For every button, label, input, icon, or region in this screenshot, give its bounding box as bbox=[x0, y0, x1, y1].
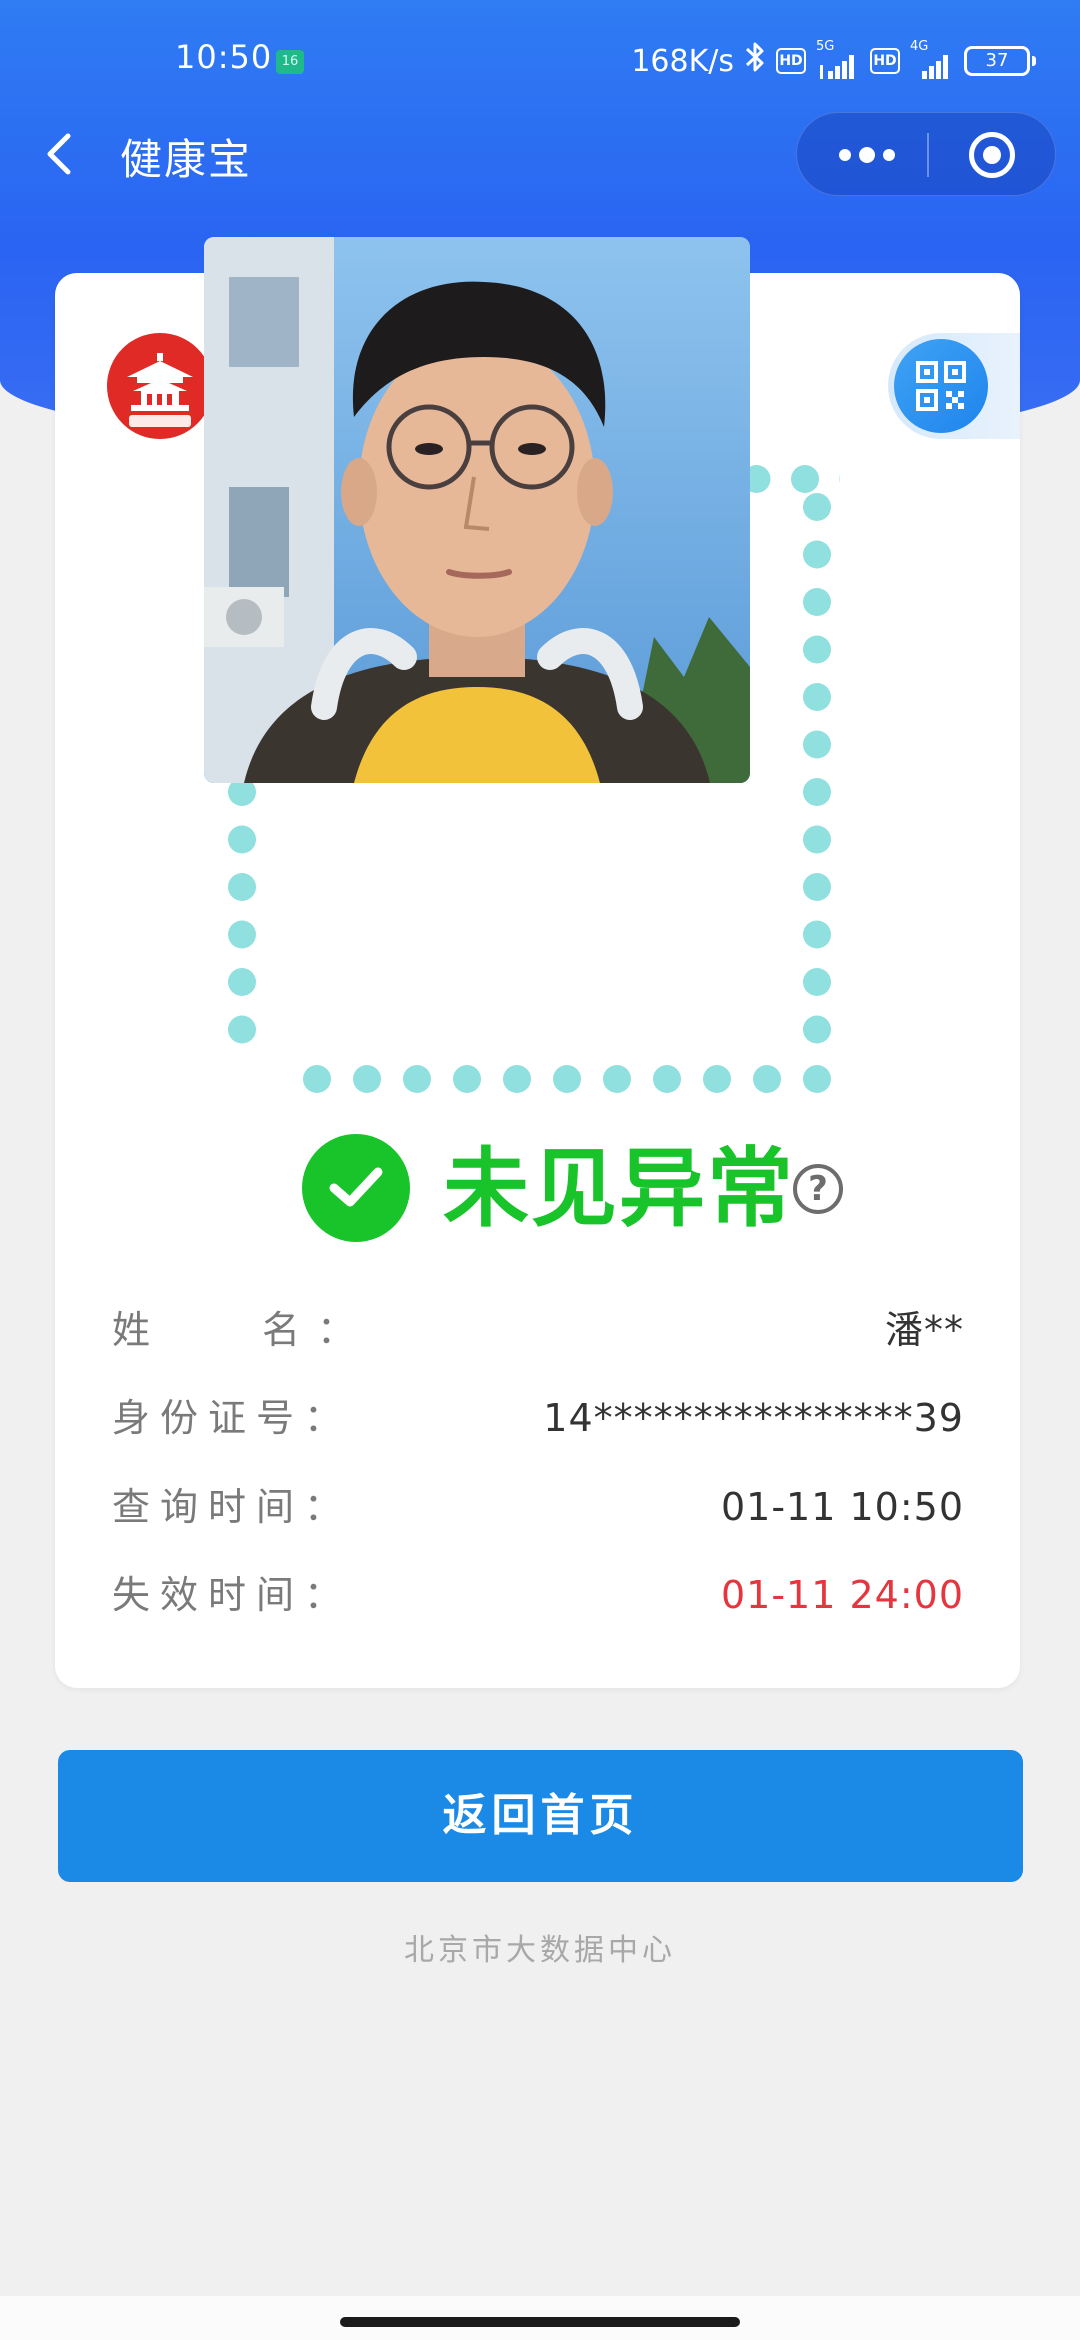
frame-dot bbox=[403, 1065, 431, 1093]
frame-dot bbox=[753, 1065, 781, 1093]
close-miniprogram-icon[interactable] bbox=[969, 132, 1015, 178]
query-time-label: 查询时间： bbox=[112, 1485, 353, 1529]
id-label: 身份证号： bbox=[112, 1396, 353, 1440]
status-indicators: 168K/s HD 5G HD 4G 37 bbox=[631, 38, 1036, 84]
frame-dot bbox=[803, 683, 831, 711]
frame-dot bbox=[803, 493, 831, 521]
more-dot-icon bbox=[859, 147, 875, 163]
more-dot-icon bbox=[883, 149, 895, 161]
info-row-query-time: 查询时间： 01-11 10:50 bbox=[112, 1479, 964, 1535]
id-value: 14****************39 bbox=[543, 1396, 964, 1440]
hd-badge-2: HD bbox=[870, 48, 900, 74]
frame-dot bbox=[803, 920, 831, 949]
home-indicator[interactable] bbox=[340, 2317, 740, 2327]
notification-badge: 16 bbox=[276, 50, 304, 74]
frame-dot bbox=[803, 730, 831, 759]
frame-dot bbox=[353, 1065, 381, 1093]
health-status-row: 未见异常 ? bbox=[55, 1131, 1020, 1242]
frame-dot bbox=[303, 1065, 331, 1093]
frame-dot bbox=[839, 465, 868, 493]
info-row-expire-time: 失效时间： 01-11 24:00 bbox=[112, 1567, 964, 1623]
qr-code-tab[interactable] bbox=[888, 333, 1020, 439]
frame-dot bbox=[803, 540, 831, 569]
frame-dot bbox=[803, 588, 831, 616]
frame-dot bbox=[803, 825, 831, 854]
frame-dot bbox=[803, 1015, 831, 1044]
frame-dot bbox=[228, 825, 256, 854]
frame-dot bbox=[228, 1015, 256, 1044]
expire-time-label: 失效时间： bbox=[112, 1573, 353, 1617]
status-time: 10:50 bbox=[175, 38, 273, 76]
frame-dot bbox=[803, 778, 831, 806]
chevron-left-icon bbox=[47, 133, 71, 175]
frame-dot bbox=[803, 873, 831, 901]
frame-dot bbox=[603, 1065, 631, 1093]
frame-dot bbox=[803, 635, 831, 664]
frame-dot bbox=[228, 873, 256, 901]
more-dot-icon bbox=[839, 149, 851, 161]
qr-code-button[interactable] bbox=[894, 339, 988, 433]
hd-badge-1: HD bbox=[776, 48, 806, 74]
name-label-colon: ： bbox=[317, 1308, 356, 1352]
user-photo bbox=[204, 237, 750, 783]
health-status-text: 未见异常 bbox=[443, 1139, 795, 1239]
net-speed: 168K/s bbox=[631, 43, 734, 79]
capsule-divider bbox=[927, 133, 929, 177]
info-row-name: 姓 名 ： 潘** bbox=[112, 1302, 964, 1358]
signal-5g-icon: 5G bbox=[816, 39, 860, 79]
frame-dot bbox=[803, 1065, 831, 1093]
back-button[interactable] bbox=[40, 124, 80, 184]
name-label-char-2: 名 bbox=[262, 1308, 301, 1352]
miniprogram-capsule bbox=[796, 112, 1056, 196]
frame-dot bbox=[791, 465, 819, 493]
data-source-footer: 北京市大数据中心 bbox=[404, 1933, 676, 1968]
name-value: 潘** bbox=[884, 1308, 964, 1352]
signal-4g-icon: 4G bbox=[910, 39, 954, 79]
bluetooth-icon bbox=[744, 40, 766, 82]
status-bar: 10:50 16 168K/s HD 5G HD 4G 37 bbox=[0, 0, 1080, 120]
frame-dot bbox=[703, 1065, 731, 1093]
return-home-button[interactable]: 返回首页 bbox=[58, 1750, 1023, 1882]
battery-icon: 37 bbox=[964, 46, 1036, 76]
help-icon[interactable]: ? bbox=[793, 1164, 843, 1214]
page-title: 健康宝 bbox=[120, 135, 253, 184]
frame-dot bbox=[228, 968, 256, 996]
frame-dot bbox=[503, 1065, 531, 1093]
qr-code-icon bbox=[916, 361, 966, 411]
checkmark-icon bbox=[302, 1134, 410, 1242]
more-button[interactable] bbox=[827, 113, 907, 197]
frame-dot bbox=[553, 1065, 581, 1093]
frame-dot bbox=[653, 1065, 681, 1093]
frame-dot bbox=[803, 968, 831, 996]
name-label-char-1: 姓 bbox=[112, 1308, 151, 1352]
query-time-value: 01-11 10:50 bbox=[720, 1485, 964, 1529]
frame-dot bbox=[453, 1065, 481, 1093]
info-row-id: 身份证号： 14****************39 bbox=[112, 1390, 964, 1446]
expire-time-value: 01-11 24:00 bbox=[720, 1573, 964, 1617]
frame-dot bbox=[228, 920, 256, 949]
